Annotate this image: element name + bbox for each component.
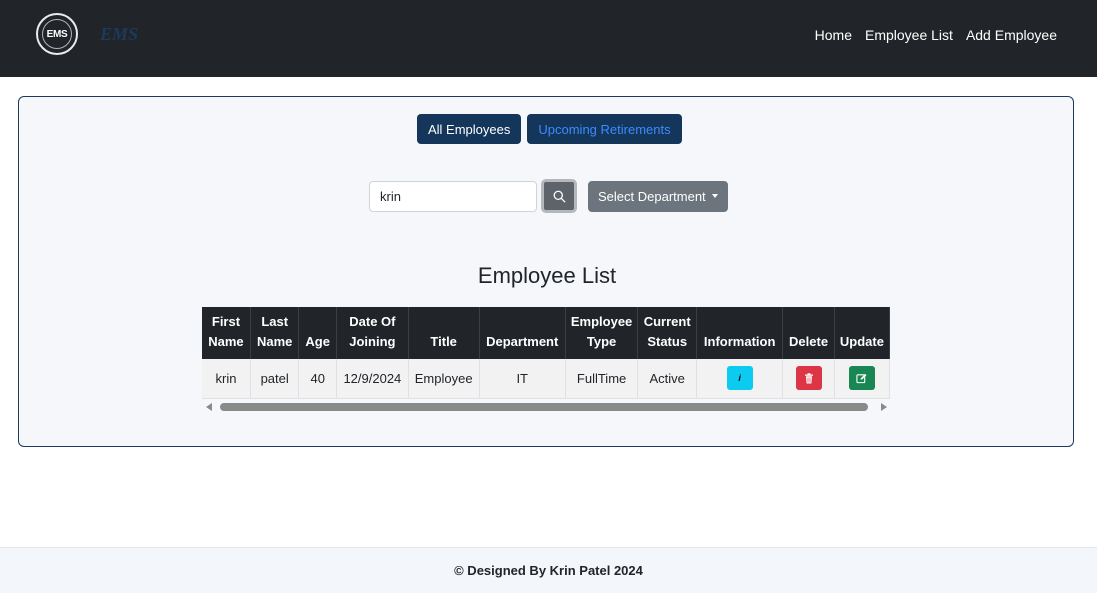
cell-current-status: Active [637, 359, 698, 399]
cell-age: 40 [298, 359, 337, 399]
cell-information: i [696, 359, 784, 399]
header-current-status: Current Status [637, 307, 698, 359]
cell-date-of-joining: 12/9/2024 [336, 359, 409, 399]
footer: © Designed By Krin Patel 2024 [0, 547, 1097, 593]
employee-table: First Name Last Name Age Date Of Joining… [202, 307, 891, 399]
nav-link-add-employee[interactable]: Add Employee [966, 27, 1057, 43]
employee-table-container: First Name Last Name Age Date Of Joining… [202, 307, 891, 413]
table-header-row: First Name Last Name Age Date Of Joining… [202, 307, 891, 359]
header-last-name: Last Name [250, 307, 300, 359]
header-title: Title [408, 307, 480, 359]
cell-title: Employee [408, 359, 480, 399]
footer-author: Krin Patel [549, 563, 611, 578]
upcoming-retirements-button[interactable]: Upcoming Retirements [527, 114, 682, 144]
select-department-dropdown[interactable]: Select Department [588, 180, 728, 212]
main-card: All Employees Upcoming Retirements Selec… [18, 96, 1074, 447]
navbar: EMS EMS Home Employee List Add Employee [0, 0, 1097, 77]
brand-name[interactable]: EMS [100, 24, 138, 45]
header-department: Department [479, 307, 566, 359]
horizontal-scrollbar[interactable] [202, 401, 890, 413]
search-row: Select Department [369, 179, 728, 213]
employee-list-title: Employee List [477, 263, 617, 288]
search-input[interactable] [369, 180, 537, 212]
nav-link-employee-list[interactable]: Employee List [865, 27, 953, 43]
cell-last-name: patel [250, 359, 300, 399]
search-button[interactable] [541, 179, 577, 213]
all-employees-button[interactable]: All Employees [417, 114, 522, 144]
cell-employee-type: FullTime [565, 359, 639, 399]
header-update: Update [834, 307, 891, 359]
view-tabs: All Employees Upcoming Retirements [417, 114, 682, 144]
header-date-of-joining: Date Of Joining [336, 307, 409, 359]
logo-text: EMS [42, 19, 72, 49]
scrollbar-thumb[interactable] [220, 402, 868, 411]
info-icon: i [738, 373, 741, 384]
info-button[interactable]: i [726, 366, 753, 391]
delete-button[interactable] [795, 366, 822, 391]
cell-delete [782, 359, 835, 399]
select-department-label: Select Department [598, 188, 706, 204]
logo[interactable]: EMS [36, 13, 78, 55]
cell-update [834, 359, 891, 399]
scroll-right-arrow-icon[interactable] [881, 402, 887, 411]
update-button[interactable] [848, 366, 875, 391]
scroll-left-arrow-icon[interactable] [206, 402, 212, 411]
edit-icon [856, 373, 867, 383]
caret-down-icon [711, 194, 718, 198]
nav-links: Home Employee List Add Employee [815, 27, 1057, 43]
header-information: Information [696, 307, 784, 359]
header-employee-type: Employee Type [565, 307, 639, 359]
cell-department: IT [479, 359, 566, 399]
search-icon [553, 190, 565, 202]
nav-link-home[interactable]: Home [815, 27, 852, 43]
header-first-name: First Name [202, 307, 251, 359]
cell-first-name: krin [202, 359, 251, 399]
trash-icon [804, 373, 813, 384]
footer-year: 2024 [610, 563, 643, 578]
table-row: krin patel 40 12/9/2024 Employee IT Full… [202, 359, 891, 399]
header-age: Age [298, 307, 337, 359]
footer-prefix: © Designed By [454, 563, 550, 578]
header-delete: Delete [782, 307, 835, 359]
